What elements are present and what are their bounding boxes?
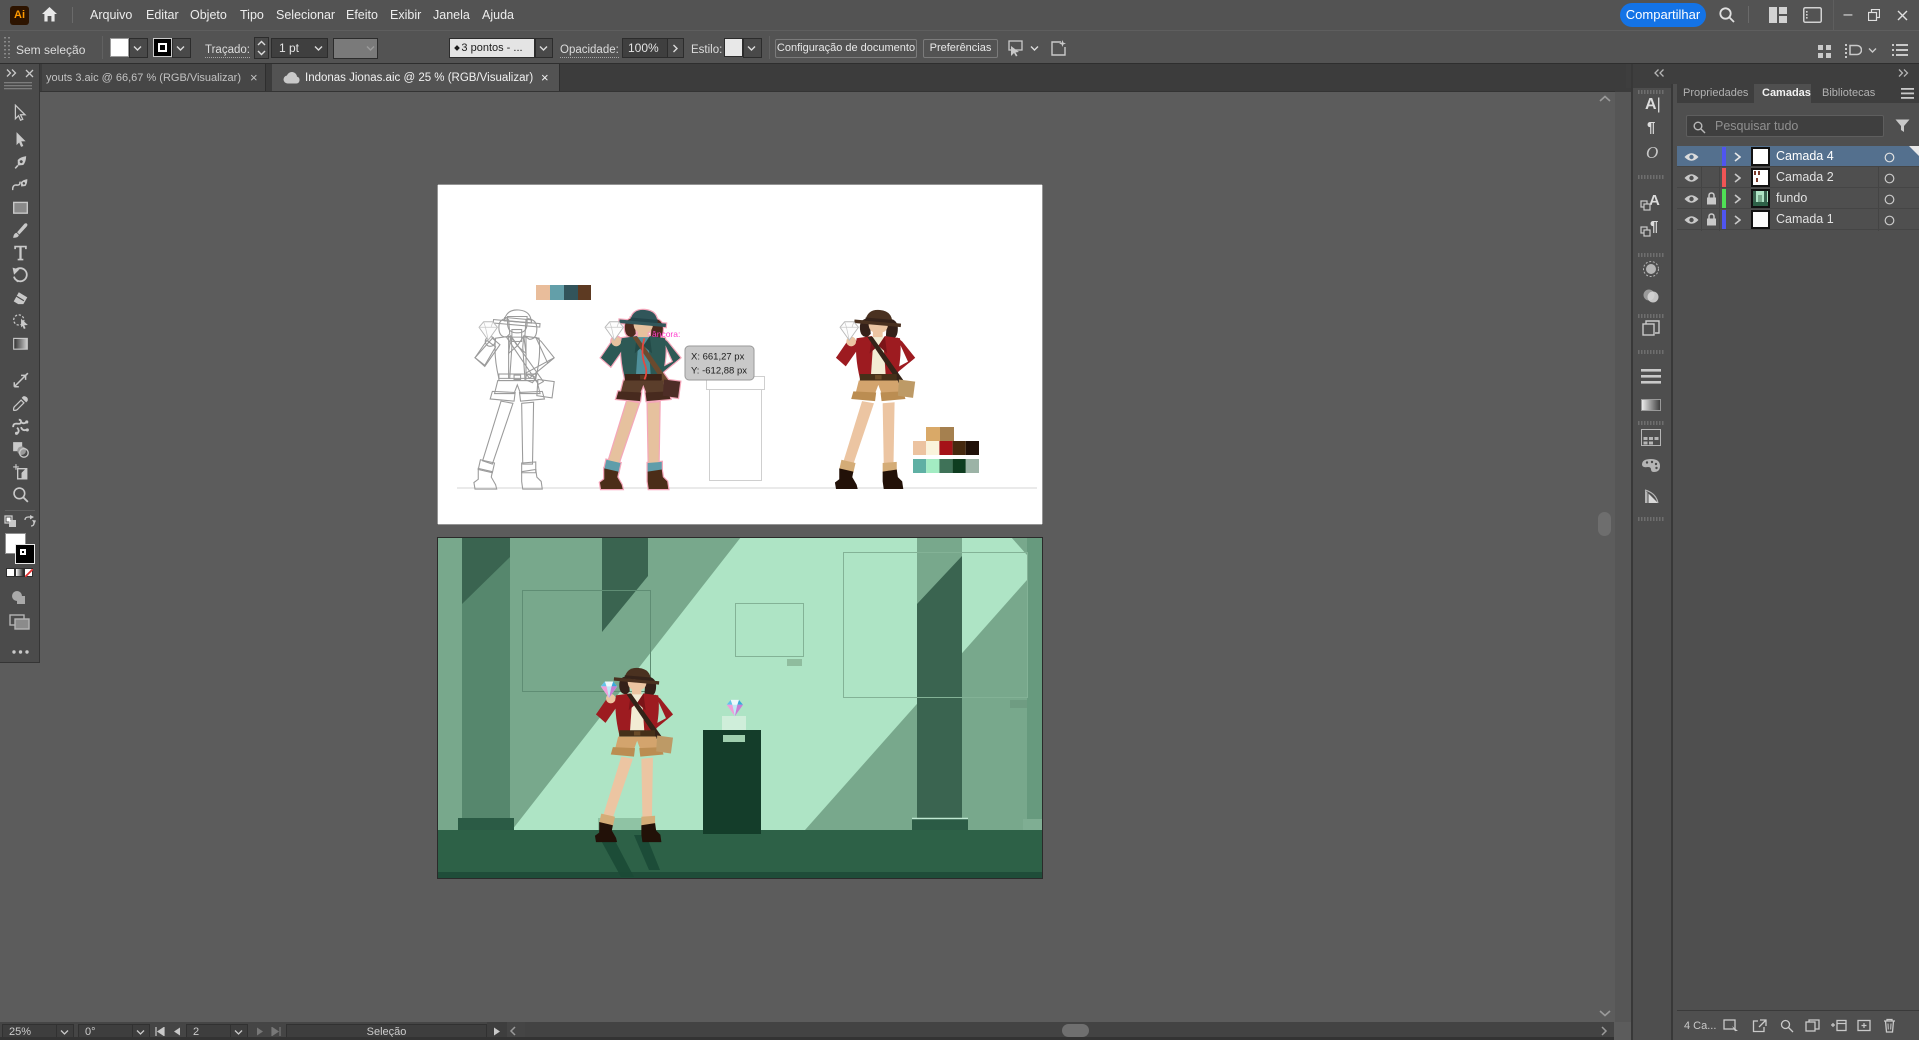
svg-text:Y: -612,88 px: Y: -612,88 px [691, 366, 747, 377]
svg-text:âncora:: âncora: [652, 329, 680, 339]
svg-text:X: 661,27 px: X: 661,27 px [691, 352, 745, 363]
